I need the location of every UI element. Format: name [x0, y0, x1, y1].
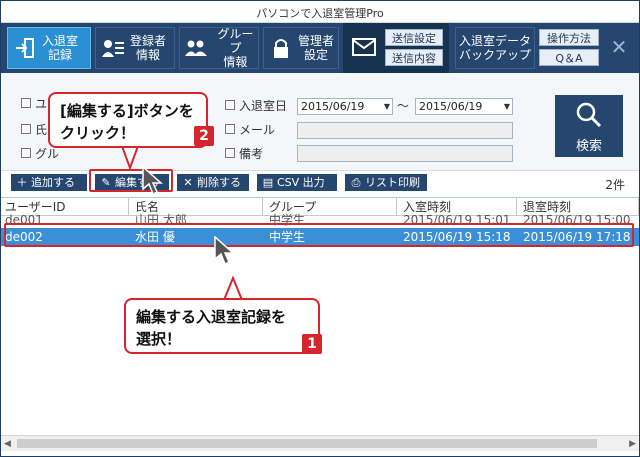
print-list-label: リスト印刷 [365, 176, 420, 189]
title-bar: パソコンで入退室管理Pro [1, 1, 639, 23]
entry-date-label: 入退室日 [239, 99, 288, 113]
step1-callout: 編集する入退室記録を 選択！ [124, 298, 320, 354]
date-from-value: 2015/06/19 [301, 100, 365, 113]
step2-text: [編集する]ボタンを クリック！ [60, 102, 194, 142]
admin-settings-button[interactable]: 管理者 設定 [263, 27, 339, 69]
scroll-right-icon[interactable]: ▶ [629, 436, 636, 452]
cross-icon: ✕ [183, 176, 193, 189]
email-label: メール [239, 123, 276, 137]
group-checkbox[interactable] [21, 148, 31, 158]
login-icon [12, 35, 38, 61]
search-icon [575, 101, 603, 129]
entry-record-label: 入退室 記録 [42, 34, 79, 62]
csv-export-label: CSV 出力 [277, 176, 325, 189]
users-icon [184, 35, 209, 61]
callout-pointer [121, 146, 139, 171]
remarks-checkbox[interactable] [225, 148, 235, 158]
add-button-label: 追加する [31, 176, 75, 189]
mail-settings-button[interactable]: 送信設定 [385, 29, 443, 46]
user-id-checkbox[interactable] [21, 98, 31, 108]
delete-button[interactable]: ✕ 削除する [177, 174, 249, 191]
printer-icon: ⎙ [351, 176, 361, 189]
admin-settings-label: 管理者 設定 [298, 34, 335, 62]
user-card-icon [100, 35, 126, 61]
registrant-info-button[interactable]: 登録者 情報 [95, 27, 175, 69]
print-list-button[interactable]: ⎙ リスト印刷 [345, 174, 427, 191]
mouse-cursor-icon [142, 166, 163, 196]
search-button[interactable]: 検索 [555, 95, 623, 157]
step2-callout: [編集する]ボタンを クリック！ [48, 92, 208, 148]
mail-contents-button[interactable]: 送信内容 [385, 49, 443, 66]
name-checkbox[interactable] [21, 124, 31, 134]
range-separator: ～ [397, 99, 410, 113]
backup-label: 入退室データ バックアップ [458, 34, 531, 62]
entry-record-button[interactable]: 入退室 記録 [7, 27, 91, 69]
qa-button[interactable]: Q＆A [539, 49, 599, 66]
scroll-left-icon[interactable]: ◀ [4, 436, 11, 452]
date-to-value: 2015/06/19 [419, 100, 483, 113]
horizontal-scrollbar[interactable]: ◀ ▶ [1, 435, 639, 451]
mail-panel: 送信設定 送信内容 [343, 23, 449, 73]
scroll-thumb[interactable] [17, 439, 597, 448]
registrant-info-label: 登録者 情報 [130, 34, 167, 62]
plus-icon: ＋ [16, 176, 28, 189]
mouse-cursor-icon [214, 236, 235, 266]
group-info-button[interactable]: グループ 情報 [179, 27, 259, 69]
record-count: 2件 [605, 178, 625, 192]
step1-text: 編集する入退室記録を 選択！ [136, 308, 287, 348]
csv-export-button[interactable]: ▤ CSV 出力 [257, 174, 337, 191]
date-from-select[interactable]: 2015/06/19 ▼ [297, 98, 393, 115]
email-input[interactable] [297, 122, 513, 139]
ribbon-menu: 入退室 記録 登録者 情報 グループ 情報 管理者 設定 送信設定 送信内容 入… [1, 23, 639, 73]
selected-row-highlight [4, 223, 634, 247]
document-icon: ▤ [262, 176, 274, 189]
entry-date-checkbox[interactable] [225, 100, 235, 110]
user-id-label: ユ [35, 97, 48, 111]
backup-button[interactable]: 入退室データ バックアップ [455, 27, 535, 69]
lock-icon [268, 35, 294, 61]
date-to-select[interactable]: 2015/06/19 ▼ [415, 98, 513, 115]
howto-button[interactable]: 操作方法 [539, 29, 599, 46]
name-label: 氏 [35, 123, 48, 137]
step2-badge: 2 [194, 126, 214, 146]
search-button-label: 検索 [575, 139, 602, 154]
step1-badge: 1 [302, 334, 322, 354]
window-title: パソコンで入退室管理Pro [256, 7, 384, 20]
remarks-label: 備考 [239, 147, 264, 161]
group-info-label: グループ 情報 [217, 27, 254, 69]
remarks-input[interactable] [297, 145, 513, 162]
close-icon[interactable]: ✕ [607, 35, 631, 59]
chevron-down-icon: ▼ [503, 102, 510, 111]
email-checkbox[interactable] [225, 124, 235, 134]
chevron-down-icon: ▼ [383, 102, 390, 111]
delete-button-label: 削除する [197, 176, 241, 189]
add-button[interactable]: ＋追加する [11, 174, 87, 191]
mail-icon [351, 36, 377, 58]
